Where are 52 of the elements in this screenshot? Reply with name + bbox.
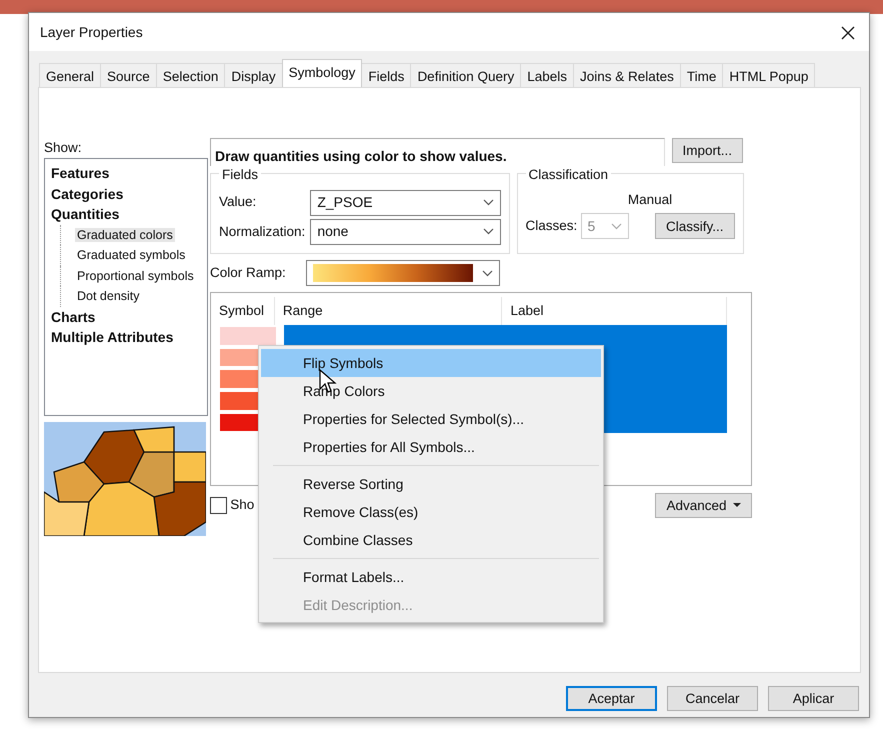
tree-item[interactable]: Proportional symbols — [75, 268, 196, 283]
tree-item[interactable]: Quantities — [51, 204, 207, 225]
checkbox-label: Sho — [230, 496, 254, 514]
menu-item[interactable]: Properties for All Symbols... — [261, 433, 601, 461]
dropdown-value: none — [317, 222, 348, 242]
tree-item[interactable]: Graduated symbols — [75, 248, 188, 262]
tab[interactable]: Display — [224, 63, 283, 87]
tree-item[interactable]: Multiple Attributes — [51, 327, 207, 348]
value-dropdown[interactable]: Z_PSOE — [310, 190, 501, 216]
checkbox[interactable] — [210, 496, 227, 514]
tab[interactable]: Symbology — [282, 59, 362, 87]
show-label: Show: — [44, 139, 83, 157]
menu-item[interactable]: Remove Class(es) — [261, 498, 601, 526]
menu-item[interactable]: Properties for Selected Symbol(s)... — [261, 405, 601, 433]
import-button[interactable]: Import... — [672, 138, 744, 163]
close-icon — [841, 26, 855, 40]
color-ramp-dropdown[interactable] — [306, 260, 500, 286]
tab[interactable]: General — [39, 63, 102, 87]
chevron-icon — [610, 222, 622, 230]
tree-item[interactable]: Charts — [51, 306, 207, 328]
menu-item[interactable]: Ramp Colors — [261, 377, 601, 405]
dialog-button[interactable]: Aceptar — [566, 686, 657, 711]
menu-item[interactable]: Format Labels... — [261, 563, 601, 591]
symbol-swatch[interactable] — [220, 327, 276, 345]
tree-item[interactable]: Categories — [51, 184, 207, 204]
field-label: Value: — [219, 193, 258, 212]
menu-item[interactable]: Flip Symbols — [261, 349, 601, 377]
advanced-button[interactable]: Advanced — [655, 492, 752, 518]
menu-item[interactable]: Combine Classes — [261, 526, 601, 554]
tree-item[interactable]: Dot density — [75, 289, 142, 304]
caret-icon — [733, 503, 741, 508]
chevron-icon — [483, 199, 494, 206]
dialog-button[interactable]: Aplicar — [768, 686, 859, 711]
field-label: Normalization: — [219, 222, 306, 241]
tree-item[interactable]: Features — [51, 163, 207, 184]
menu-item[interactable]: Reverse Sorting — [261, 470, 601, 498]
classification-method: Manual — [626, 190, 674, 208]
chevron-icon — [483, 228, 494, 236]
column-header[interactable]: Symbol — [211, 297, 275, 326]
chevron-icon — [482, 270, 493, 277]
tab[interactable]: Definition Query — [410, 63, 522, 87]
dialog-button[interactable]: Cancelar — [667, 686, 758, 711]
window-title: Layer Properties — [40, 22, 143, 42]
field-label: Color Ramp: — [210, 264, 287, 282]
dropdown-value: 5 — [588, 216, 596, 236]
classify-button[interactable]: Classify... — [654, 213, 734, 239]
dropdown-value: Z_PSOE — [317, 193, 373, 212]
tree-item[interactable]: Graduated colors — [75, 228, 175, 242]
field-label: Classes: — [526, 216, 578, 235]
row-highlight[interactable] — [284, 325, 727, 347]
normalization-dropdown[interactable]: none — [310, 218, 501, 245]
tab[interactable]: HTML Popup — [722, 63, 816, 87]
